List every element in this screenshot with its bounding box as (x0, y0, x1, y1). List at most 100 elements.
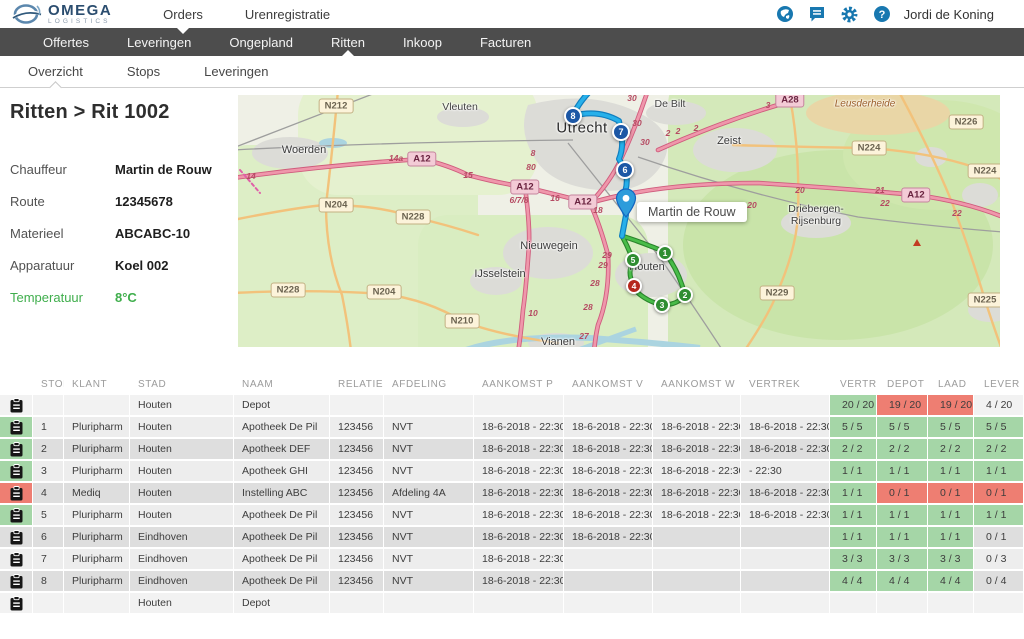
cell-afdeling (384, 395, 474, 417)
table-row[interactable]: 5PluripharmHoutenApotheek De Pil123456NV… (0, 505, 1024, 527)
table-row[interactable]: 2PluripharmHoutenApotheek DEF123456NVT18… (0, 439, 1024, 461)
count-cell-vertrek: 1 / 1 (830, 527, 877, 549)
cell-afdeling: NVT (384, 417, 474, 439)
sub-tabbar: Overzicht Stops Leveringen (0, 56, 1024, 88)
table-row[interactable]: 4MediqHoutenInstelling ABC123456Afdeling… (0, 483, 1024, 505)
cell-av (564, 571, 653, 593)
stop-status-cell[interactable] (0, 439, 33, 461)
clipboard-icon[interactable] (10, 420, 23, 435)
stop-marker-1[interactable]: 1 (657, 245, 673, 261)
clipboard-icon[interactable] (10, 464, 23, 479)
table-row[interactable]: 7PluripharmEindhovenApotheek De Pil12345… (0, 549, 1024, 571)
stop-marker-2[interactable]: 2 (677, 287, 693, 303)
stop-marker-5[interactable]: 5 (625, 252, 641, 268)
table-row[interactable]: HoutenDepot20 / 2019 / 2019 / 204 / 20 (0, 395, 1024, 417)
menu-item-offertes[interactable]: Offertes (24, 28, 108, 56)
chat-icon[interactable] (808, 5, 826, 23)
count-cell-lever: 0 / 1 (974, 527, 1024, 549)
stop-status-cell[interactable] (0, 549, 33, 571)
field-temperatuur: Temperatuur 8°C (10, 281, 236, 313)
stop-marker-8[interactable]: 8 (564, 107, 582, 125)
table-row[interactable]: 1PluripharmHoutenApotheek De Pil123456NV… (0, 417, 1024, 439)
tab-stops[interactable]: Stops (119, 56, 168, 88)
cell-klant: Mediq (64, 483, 130, 505)
clipboard-icon[interactable] (10, 574, 23, 589)
stop-status-cell[interactable] (0, 527, 33, 549)
stop-status-cell[interactable] (0, 483, 33, 505)
stop-status-cell[interactable] (0, 417, 33, 439)
cell-klant: Pluripharm (64, 571, 130, 593)
count-cell-depot: 1 / 1 (877, 505, 928, 527)
cell-stad: Houten (130, 461, 234, 483)
count-cell-depot: 0 / 1 (877, 483, 928, 505)
stop-status-cell[interactable] (0, 571, 33, 593)
menu-item-ongepland[interactable]: Ongepland (210, 28, 312, 56)
cell-stad: Eindhoven (130, 571, 234, 593)
cell-afdeling (384, 593, 474, 615)
menu-item-facturen[interactable]: Facturen (461, 28, 550, 56)
clipboard-icon[interactable] (10, 596, 23, 611)
field-value: Martin de Rouw (115, 162, 212, 177)
help-icon[interactable]: ? (873, 5, 891, 23)
count-cell-vertrek: 1 / 1 (830, 505, 877, 527)
stop-marker-6[interactable]: 6 (616, 161, 634, 179)
field-route: Route 12345678 (10, 185, 236, 217)
cell-naam: Apotheek DEF (234, 439, 330, 461)
count-cell-lever: 4 / 20 (974, 395, 1024, 417)
menu-item-inkoop[interactable]: Inkoop (384, 28, 461, 56)
clipboard-icon[interactable] (10, 486, 23, 501)
stop-status-cell[interactable] (0, 395, 33, 417)
cell-naam: Apotheek De Pil (234, 505, 330, 527)
table-row[interactable]: HoutenDepot (0, 593, 1024, 615)
cell-av (564, 593, 653, 615)
cell-stad: Houten (130, 395, 234, 417)
cell-vertrek (741, 549, 830, 571)
globe-icon[interactable] (776, 5, 794, 23)
count-cell-vertrek: 2 / 2 (830, 439, 877, 461)
current-user[interactable]: Jordi de Koning (904, 7, 994, 22)
cell-av: 18-6-2018 - 22:30 (564, 483, 653, 505)
tab-overzicht[interactable]: Overzicht (20, 56, 91, 88)
clipboard-icon[interactable] (10, 530, 23, 545)
clipboard-icon[interactable] (10, 442, 23, 457)
cell-ap: 18-6-2018 - 22:30 (474, 527, 564, 549)
stop-marker-4[interactable]: 4 (626, 278, 642, 294)
menu-item-ritten[interactable]: Ritten (312, 28, 384, 56)
stop-marker-3[interactable]: 3 (654, 297, 670, 313)
cell-relatie: 123456 (330, 571, 384, 593)
count-cell-lever: 1 / 1 (974, 505, 1024, 527)
clipboard-icon[interactable] (10, 508, 23, 523)
route-map[interactable]: WoerdenVleutenUtrechtDe BiltZeistDrieber… (238, 95, 1000, 347)
field-chauffeur: Chauffeur Martin de Rouw (10, 153, 236, 185)
count-cell-laad: 1 / 1 (928, 505, 974, 527)
nav-item-orders[interactable]: Orders (142, 0, 224, 28)
tab-leveringen[interactable]: Leveringen (196, 56, 276, 88)
stop-status-cell[interactable] (0, 505, 33, 527)
cell-stop: 1 (33, 417, 64, 439)
cell-aw: 18-6-2018 - 22:30 (653, 505, 741, 527)
count-cell-laad (928, 593, 974, 615)
clipboard-icon[interactable] (10, 398, 23, 413)
logo-subtitle: LOGISTICS (48, 19, 112, 26)
module-menubar: Offertes Leveringen Ongepland Ritten Ink… (0, 28, 1024, 56)
count-cell-depot: 19 / 20 (877, 395, 928, 417)
table-row[interactable]: 8PluripharmEindhovenApotheek De Pil12345… (0, 571, 1024, 593)
field-apparatuur: Apparatuur Koel 002 (10, 249, 236, 281)
count-cell-vertrek: 20 / 20 (830, 395, 877, 417)
stop-marker-7[interactable]: 7 (612, 123, 630, 141)
clipboard-icon[interactable] (10, 552, 23, 567)
menu-item-leveringen[interactable]: Leveringen (108, 28, 210, 56)
gear-icon[interactable] (840, 5, 859, 24)
cell-stop: 5 (33, 505, 64, 527)
vehicle-pin-icon[interactable] (615, 188, 637, 218)
cell-vertrek: 18-6-2018 - 22:30 (741, 483, 830, 505)
nav-item-urenregistratie[interactable]: Urenregistratie (224, 0, 351, 28)
table-row[interactable]: 6PluripharmEindhovenApotheek De Pil12345… (0, 527, 1024, 549)
count-cell-laad: 1 / 1 (928, 527, 974, 549)
cell-stad: Houten (130, 439, 234, 461)
cell-stop: 7 (33, 549, 64, 571)
cell-vertrek (741, 593, 830, 615)
stop-status-cell[interactable] (0, 461, 33, 483)
table-row[interactable]: 3PluripharmHoutenApotheek GHI123456NVT18… (0, 461, 1024, 483)
stop-status-cell[interactable] (0, 593, 33, 615)
